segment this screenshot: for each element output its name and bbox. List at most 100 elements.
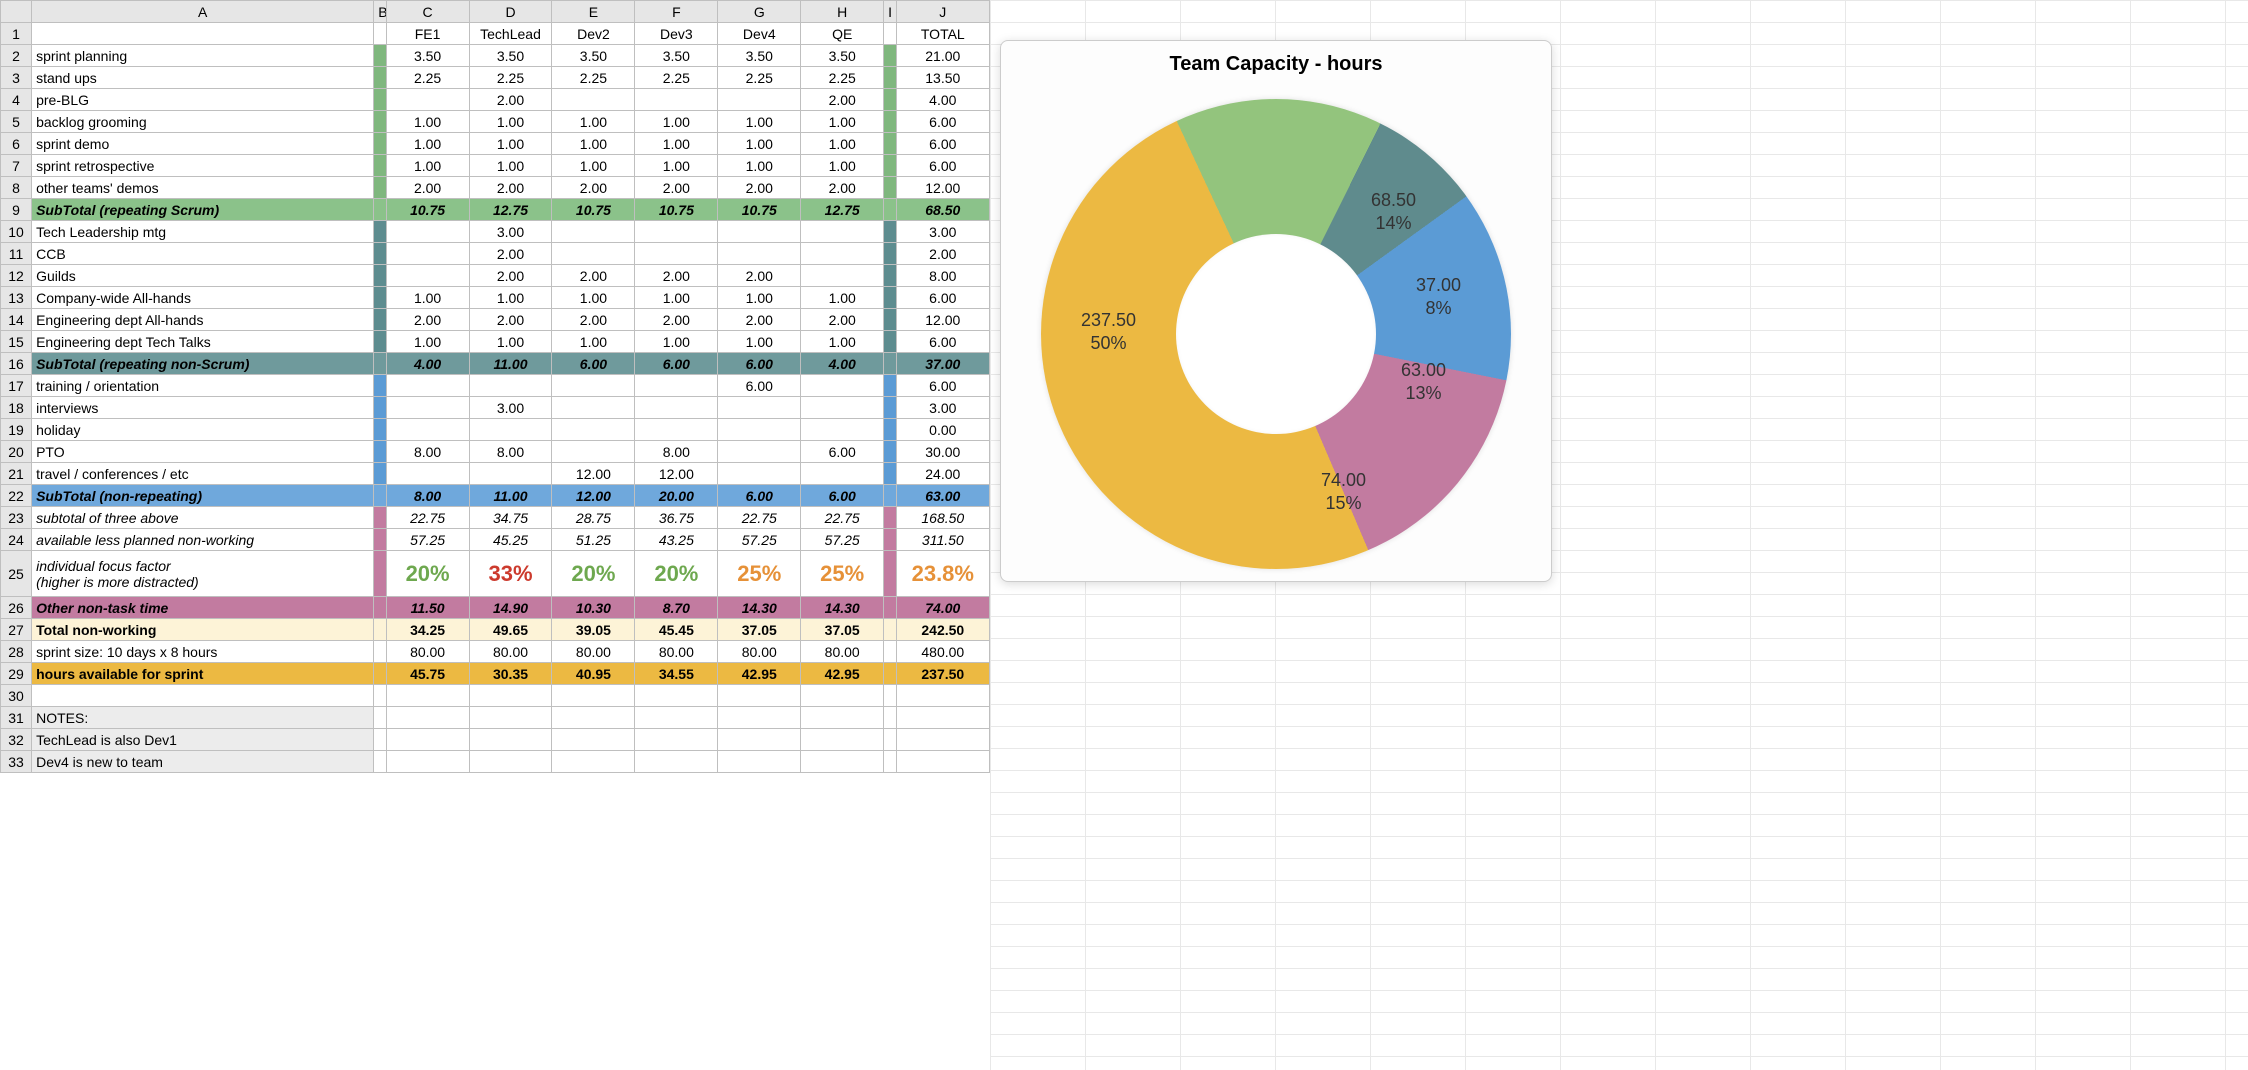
row-header[interactable]: 13 — [1, 287, 32, 309]
table-row[interactable]: 23subtotal of three above22.7534.7528.75… — [1, 507, 990, 529]
cell[interactable]: 1.00 — [386, 287, 469, 309]
cell[interactable]: Engineering dept All-hands — [32, 309, 374, 331]
cell[interactable] — [552, 397, 635, 419]
cell[interactable]: hours available for sprint — [32, 663, 374, 685]
cell[interactable]: 74.00 — [896, 597, 989, 619]
cell[interactable]: 3.50 — [718, 45, 801, 67]
table-row[interactable]: 24available less planned non-working57.2… — [1, 529, 990, 551]
cell[interactable]: 8.00 — [386, 485, 469, 507]
row-header[interactable]: 24 — [1, 529, 32, 551]
cell[interactable] — [386, 265, 469, 287]
cell[interactable]: 12.00 — [896, 309, 989, 331]
cell[interactable]: 36.75 — [635, 507, 718, 529]
cell[interactable] — [635, 419, 718, 441]
cell[interactable]: 37.05 — [801, 619, 884, 641]
cell[interactable]: Dev4 is new to team — [32, 751, 374, 773]
cell[interactable]: 20.00 — [635, 485, 718, 507]
cell[interactable]: 37.05 — [718, 619, 801, 641]
cell[interactable]: 11.00 — [469, 353, 552, 375]
row-header[interactable]: 7 — [1, 155, 32, 177]
cell[interactable] — [896, 707, 989, 729]
cell[interactable]: 57.25 — [386, 529, 469, 551]
cell[interactable]: 45.75 — [386, 663, 469, 685]
cell[interactable]: 2.00 — [718, 309, 801, 331]
cell[interactable]: 2.00 — [635, 309, 718, 331]
cell[interactable]: 480.00 — [896, 641, 989, 663]
cell[interactable]: 80.00 — [635, 641, 718, 663]
row-header[interactable]: 4 — [1, 89, 32, 111]
cell[interactable]: 1.00 — [386, 331, 469, 353]
cell[interactable]: 51.25 — [552, 529, 635, 551]
cell[interactable]: 8.00 — [469, 441, 552, 463]
cell[interactable]: 1.00 — [469, 111, 552, 133]
data-header-row[interactable]: 1 FE1 TechLead Dev2 Dev3 Dev4 QE TOTAL — [1, 23, 990, 45]
row-header[interactable]: 2 — [1, 45, 32, 67]
cell[interactable]: 22.75 — [718, 507, 801, 529]
cell[interactable]: 237.50 — [896, 663, 989, 685]
cell[interactable]: 2.00 — [718, 265, 801, 287]
cell[interactable]: 2.00 — [386, 177, 469, 199]
table-row[interactable]: 8other teams' demos2.002.002.002.002.002… — [1, 177, 990, 199]
cell[interactable] — [32, 23, 374, 45]
cell[interactable]: 13.50 — [896, 67, 989, 89]
cell[interactable]: 33% — [469, 551, 552, 597]
cell[interactable]: 39.05 — [552, 619, 635, 641]
cell[interactable]: TechLead — [469, 23, 552, 45]
row-header[interactable]: 17 — [1, 375, 32, 397]
cell[interactable] — [552, 375, 635, 397]
cell[interactable]: 45.45 — [635, 619, 718, 641]
cell[interactable]: 2.25 — [718, 67, 801, 89]
cell[interactable]: 30.35 — [469, 663, 552, 685]
cell[interactable]: 10.75 — [718, 199, 801, 221]
cell[interactable]: 2.25 — [801, 67, 884, 89]
cell[interactable]: 1.00 — [801, 133, 884, 155]
cell[interactable]: 6.00 — [801, 441, 884, 463]
cell[interactable]: 3.50 — [801, 45, 884, 67]
cell[interactable] — [374, 23, 386, 45]
cell[interactable]: 1.00 — [552, 155, 635, 177]
col-header-G[interactable]: G — [718, 1, 801, 23]
cell[interactable]: 4.00 — [896, 89, 989, 111]
row-header[interactable]: 19 — [1, 419, 32, 441]
row-header[interactable]: 30 — [1, 685, 32, 707]
col-header-B[interactable]: B — [374, 1, 386, 23]
row-header[interactable]: 26 — [1, 597, 32, 619]
cell[interactable] — [386, 419, 469, 441]
cell[interactable]: 1.00 — [635, 287, 718, 309]
table-row[interactable]: 31NOTES: — [1, 707, 990, 729]
cell[interactable] — [801, 707, 884, 729]
table-row[interactable]: 28sprint size: 10 days x 8 hours80.0080.… — [1, 641, 990, 663]
cell[interactable]: 6.00 — [635, 353, 718, 375]
cell[interactable]: 2.25 — [635, 67, 718, 89]
cell[interactable] — [801, 419, 884, 441]
cell[interactable]: 80.00 — [801, 641, 884, 663]
row-header[interactable]: 32 — [1, 729, 32, 751]
cell[interactable]: 14.30 — [718, 597, 801, 619]
cell[interactable]: 3.00 — [896, 221, 989, 243]
cell[interactable]: 22.75 — [801, 507, 884, 529]
cell[interactable]: interviews — [32, 397, 374, 419]
cell[interactable]: 22.75 — [386, 507, 469, 529]
cell[interactable] — [635, 397, 718, 419]
table-row[interactable]: 17training / orientation6.006.00 — [1, 375, 990, 397]
cell[interactable]: 2.25 — [469, 67, 552, 89]
cell[interactable]: 6.00 — [552, 353, 635, 375]
cell[interactable]: FE1 — [386, 23, 469, 45]
col-header-I[interactable]: I — [884, 1, 896, 23]
row-header[interactable]: 5 — [1, 111, 32, 133]
cell[interactable]: 2.00 — [386, 309, 469, 331]
cell[interactable] — [469, 463, 552, 485]
cell[interactable]: Dev3 — [635, 23, 718, 45]
worksheet-grid[interactable]: A B C D E F G H I J 1 FE1 TechLead Dev2 … — [0, 0, 990, 773]
cell[interactable]: 2.00 — [801, 177, 884, 199]
cell[interactable]: 1.00 — [801, 331, 884, 353]
cell[interactable]: 57.25 — [718, 529, 801, 551]
table-row[interactable]: 27Total non-working34.2549.6539.0545.453… — [1, 619, 990, 641]
cell[interactable] — [801, 221, 884, 243]
cell[interactable] — [469, 707, 552, 729]
cell[interactable]: 49.65 — [469, 619, 552, 641]
cell[interactable]: 20% — [386, 551, 469, 597]
cell[interactable]: holiday — [32, 419, 374, 441]
cell[interactable]: 2.00 — [469, 177, 552, 199]
cell[interactable]: 3.00 — [896, 397, 989, 419]
